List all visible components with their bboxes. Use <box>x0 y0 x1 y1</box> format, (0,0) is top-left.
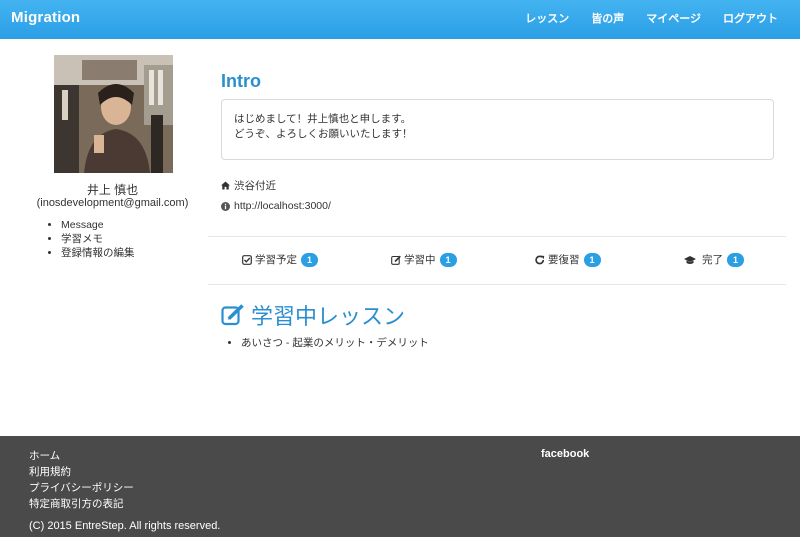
stat-studying-label: 学習中 <box>404 254 436 266</box>
copyright: (C) 2015 EntreStep. All rights reserved. <box>29 520 221 532</box>
edit-profile-link[interactable]: 登録情報の編集 <box>61 246 135 260</box>
stat-complete-badge: 1 <box>727 252 745 267</box>
stat-review-badge: 1 <box>583 252 601 267</box>
stat-planned-label: 学習予定 <box>255 254 297 266</box>
refresh-icon <box>535 255 545 264</box>
footer-link-privacy[interactable]: プライバシーポリシー <box>29 480 134 496</box>
stat-planned-badge: 1 <box>301 252 319 267</box>
stat-review[interactable]: 要復習 1 <box>535 252 601 267</box>
divider-top <box>208 236 786 237</box>
footer-link-terms[interactable]: 利用規約 <box>29 464 134 480</box>
nav-link-mypage[interactable]: マイページ <box>635 0 712 39</box>
current-lessons-list: あいさつ - 起業のメリット・デメリット <box>241 335 429 350</box>
stat-complete[interactable]: 完了 1 <box>684 252 745 267</box>
edit-icon <box>221 304 244 326</box>
avatar <box>54 55 173 173</box>
check-square-icon <box>242 254 252 265</box>
nav-links: レッスン 皆の声 マイページ ログアウト <box>514 0 800 39</box>
lesson-item[interactable]: あいさつ - 起業のメリット・デメリット <box>241 335 429 350</box>
nav-link-lessons[interactable]: レッスン <box>514 0 580 39</box>
study-stats: 学習予定 1 学習中 1 要復習 1 完了 1 <box>208 252 786 272</box>
brand-logo[interactable]: Migration <box>11 9 80 26</box>
study-memo-link[interactable]: 学習メモ <box>61 232 135 246</box>
url-row: http://localhost:3000/ <box>221 200 331 212</box>
website-link[interactable]: http://localhost:3000/ <box>234 200 331 212</box>
location-row: 渋谷付近 <box>221 178 276 193</box>
edit-icon <box>391 255 401 265</box>
intro-title: Intro <box>221 71 261 91</box>
user-name: 井上 慎也 <box>86 183 139 197</box>
footer-links: ホーム 利用規約 プライバシーポリシー 特定商取引方の表記 <box>29 448 134 512</box>
nav-link-voices[interactable]: 皆の声 <box>580 0 635 39</box>
stat-review-label: 要復習 <box>548 254 580 266</box>
intro-line-2: どうぞ、よろしくお願いいたします！ <box>234 128 413 140</box>
divider-bottom <box>208 284 786 285</box>
intro-box: はじめまして！井上慎也と申します。 どうぞ、よろしくお願いいたします！ <box>221 99 774 160</box>
stat-complete-label: 完了 <box>702 254 723 266</box>
avatar-photo <box>54 55 173 173</box>
message-link[interactable]: Message <box>61 218 135 232</box>
stat-planned[interactable]: 学習予定 1 <box>242 252 319 267</box>
location-text: 渋谷付近 <box>234 180 276 192</box>
home-icon <box>221 181 230 190</box>
footer-link-home[interactable]: ホーム <box>29 448 134 464</box>
current-lessons-title: 学習中レッスン <box>251 304 406 329</box>
footer: ホーム 利用規約 プライバシーポリシー 特定商取引方の表記 facebook (… <box>0 436 800 537</box>
graduation-cap-icon <box>684 255 696 264</box>
current-lessons-heading: 学習中レッスン <box>221 299 405 331</box>
user-email: (inosdevelopment@gmail.com) <box>36 197 189 209</box>
top-navbar: Migration レッスン 皆の声 マイページ ログアウト <box>0 0 800 39</box>
nav-link-logout[interactable]: ログアウト <box>712 0 800 39</box>
info-icon <box>221 201 230 211</box>
stat-studying[interactable]: 学習中 1 <box>391 252 457 267</box>
facebook-link[interactable]: facebook <box>541 448 589 460</box>
footer-link-commerce[interactable]: 特定商取引方の表記 <box>29 496 134 512</box>
profile-links: Message 学習メモ 登録情報の編集 <box>48 218 135 260</box>
intro-line-1: はじめまして！井上慎也と申します。 <box>234 113 412 125</box>
stat-studying-badge: 1 <box>439 252 457 267</box>
